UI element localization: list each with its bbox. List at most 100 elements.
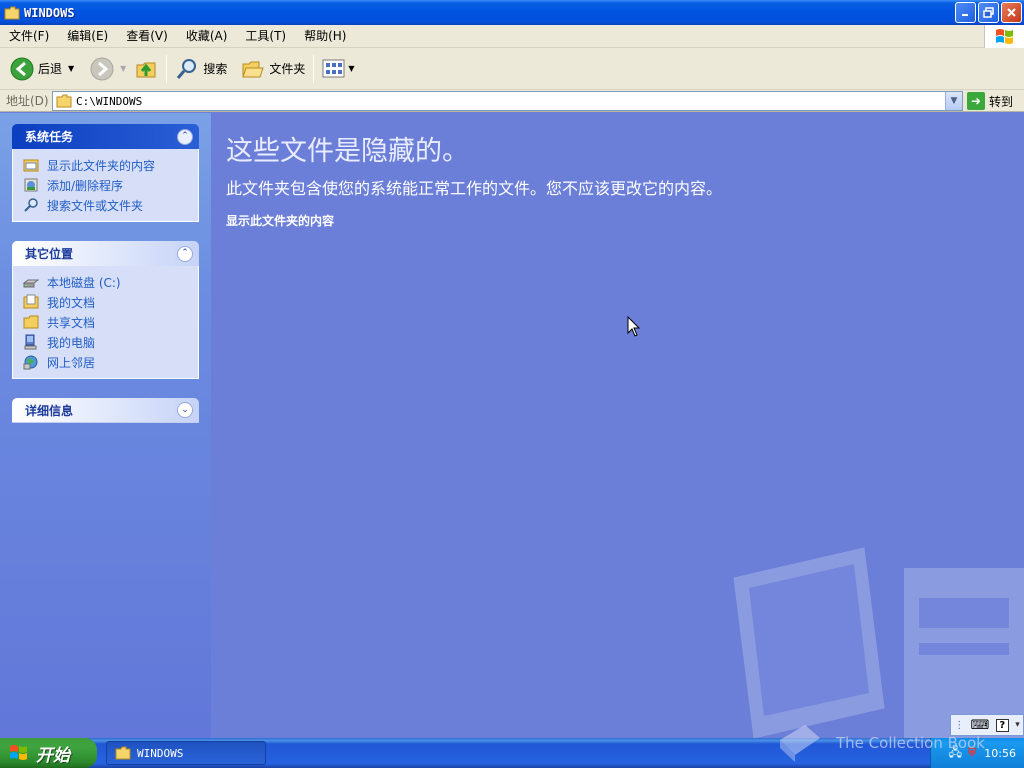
details-header[interactable]: 详细信息 ⌄: [12, 398, 199, 423]
place-network[interactable]: 网上邻居: [23, 352, 198, 372]
menu-bar: 文件(F) 编辑(E) 查看(V) 收藏(A) 工具(T) 帮助(H): [0, 25, 1024, 48]
forward-dropdown-icon[interactable]: ▼: [120, 64, 126, 73]
back-arrow-icon: [10, 57, 34, 80]
place-label: 共享文档: [47, 315, 96, 330]
task-pane: 系统任务 ⌃ 显示此文件夹的内容 添加/删除程序 搜索文件或文件夹 其它位置 ⌃: [0, 113, 211, 738]
hard-drive-icon: [23, 279, 39, 288]
minimize-button[interactable]: [955, 2, 976, 23]
go-label: 转到: [989, 94, 1014, 109]
taskbar-window-label: WINDOWS: [137, 746, 184, 760]
task-search-files[interactable]: 搜索文件或文件夹: [23, 195, 198, 215]
other-places-body: 本地磁盘 (C:) 我的文档 共享文档 我的电脑 网上邻居: [12, 266, 199, 379]
add-remove-programs-icon: [24, 178, 38, 192]
start-button[interactable]: 开始: [0, 738, 97, 768]
views-icon: [322, 59, 345, 77]
clock[interactable]: 10:56: [984, 747, 1016, 760]
menu-favorites[interactable]: 收藏(A): [177, 26, 237, 46]
address-bar: 地址(D) C:\WINDOWS ▼ ➜ 转到: [0, 90, 1024, 112]
menu-edit[interactable]: 编辑(E): [58, 26, 117, 46]
collapse-icon[interactable]: ⌃: [177, 245, 193, 262]
computer-watermark-icon: [733, 547, 1024, 738]
up-folder-icon: [136, 62, 156, 77]
mouse-cursor-icon: [627, 316, 641, 337]
place-my-computer[interactable]: 我的电脑: [23, 332, 198, 352]
show-contents-link[interactable]: 显示此文件夹的内容: [226, 212, 334, 229]
place-local-disk[interactable]: 本地磁盘 (C:): [23, 272, 198, 292]
task-add-remove-programs[interactable]: 添加/删除程序: [23, 175, 198, 195]
forward-button[interactable]: ▼: [86, 52, 130, 86]
restore-button[interactable]: [978, 2, 999, 23]
handle-icon[interactable]: ⋮: [954, 720, 964, 731]
close-icon: [1007, 8, 1016, 17]
task-label: 搜索文件或文件夹: [47, 198, 144, 213]
task-show-contents[interactable]: 显示此文件夹的内容: [23, 155, 198, 175]
details-title: 详细信息: [25, 403, 74, 418]
taskbar-window-button[interactable]: WINDOWS: [106, 741, 266, 765]
go-arrow-icon: ➜: [967, 92, 985, 110]
network-places-icon: [23, 355, 38, 370]
menu-tools[interactable]: 工具(T): [236, 26, 295, 46]
restore-icon: [983, 7, 994, 18]
search-button[interactable]: 搜索: [171, 52, 231, 86]
close-button[interactable]: [1001, 2, 1022, 23]
address-value: C:\WINDOWS: [76, 94, 143, 108]
start-label: 开始: [36, 745, 70, 766]
views-button[interactable]: ▼: [318, 52, 358, 86]
language-bar[interactable]: ⋮ ⌨ ? ▾: [950, 714, 1024, 736]
toolbar-separator: [313, 54, 315, 83]
system-tasks-body: 显示此文件夹的内容 添加/删除程序 搜索文件或文件夹: [12, 149, 199, 222]
windows-logo-icon: [10, 745, 27, 760]
go-button[interactable]: ➜ 转到: [967, 91, 1013, 111]
details-panel: 详细信息 ⌄: [12, 398, 199, 423]
other-places-title: 其它位置: [25, 247, 74, 261]
my-documents-icon: [23, 294, 39, 309]
back-dropdown-icon[interactable]: ▼: [68, 64, 74, 73]
menu-help[interactable]: 帮助(H): [295, 26, 355, 46]
hidden-files-message: 此文件夹包含使您的系统能正常工作的文件。您不应该更改它的内容。: [226, 179, 723, 198]
up-folder-button[interactable]: [130, 52, 162, 86]
help-icon[interactable]: ?: [995, 718, 1009, 732]
folder-view-icon: [23, 159, 39, 172]
address-label: 地址(D): [6, 94, 49, 108]
menu-file[interactable]: 文件(F): [0, 26, 58, 46]
toolbar: 后退 ▼ ▼ 搜索 文件夹 ▼: [0, 48, 1024, 90]
place-label: 本地磁盘 (C:): [47, 275, 121, 290]
place-label: 我的文档: [47, 295, 96, 310]
toolbar-separator: [166, 54, 168, 83]
expand-icon[interactable]: ⌄: [177, 402, 193, 418]
views-dropdown-icon[interactable]: ▼: [348, 64, 354, 73]
task-label: 显示此文件夹的内容: [47, 158, 156, 173]
chevron-down-icon: ▼: [950, 96, 958, 106]
minimize-icon: [962, 14, 968, 16]
system-tasks-header[interactable]: 系统任务 ⌃: [12, 124, 199, 149]
forward-arrow-icon: [90, 57, 114, 80]
book-watermark-icon: [780, 725, 820, 762]
shared-folder-icon: [23, 315, 39, 329]
collapse-icon[interactable]: ⌃: [177, 128, 193, 145]
address-input[interactable]: C:\WINDOWS ▼: [52, 91, 963, 111]
search-icon: [177, 58, 197, 79]
folder-icon: [4, 6, 20, 19]
system-tasks-title: 系统任务: [25, 130, 74, 144]
folders-label: 文件夹: [269, 62, 306, 76]
windows-logo-icon: [984, 25, 1024, 48]
window-title: WINDOWS: [24, 5, 75, 20]
place-my-documents[interactable]: 我的文档: [23, 292, 198, 312]
back-button[interactable]: 后退 ▼: [6, 52, 78, 86]
back-label: 后退: [38, 62, 63, 76]
options-icon[interactable]: ▾: [1015, 720, 1020, 730]
place-shared-documents[interactable]: 共享文档: [23, 312, 198, 332]
folders-icon: [242, 61, 265, 77]
place-label: 我的电脑: [47, 335, 96, 350]
title-bar[interactable]: WINDOWS: [0, 0, 1024, 25]
keyboard-icon[interactable]: ⌨: [971, 718, 990, 733]
other-places-header[interactable]: 其它位置 ⌃: [12, 241, 199, 266]
watermark-text: The Collection Book: [836, 734, 985, 752]
folders-button[interactable]: 文件夹: [237, 52, 309, 86]
folder-icon: [56, 94, 72, 108]
search-label: 搜索: [203, 62, 228, 76]
address-dropdown-button[interactable]: ▼: [945, 92, 962, 110]
other-places-panel: 其它位置 ⌃ 本地磁盘 (C:) 我的文档 共享文档 我的电脑 网上邻居: [12, 241, 199, 379]
menu-view[interactable]: 查看(V): [117, 26, 177, 46]
folder-icon: [115, 746, 131, 760]
